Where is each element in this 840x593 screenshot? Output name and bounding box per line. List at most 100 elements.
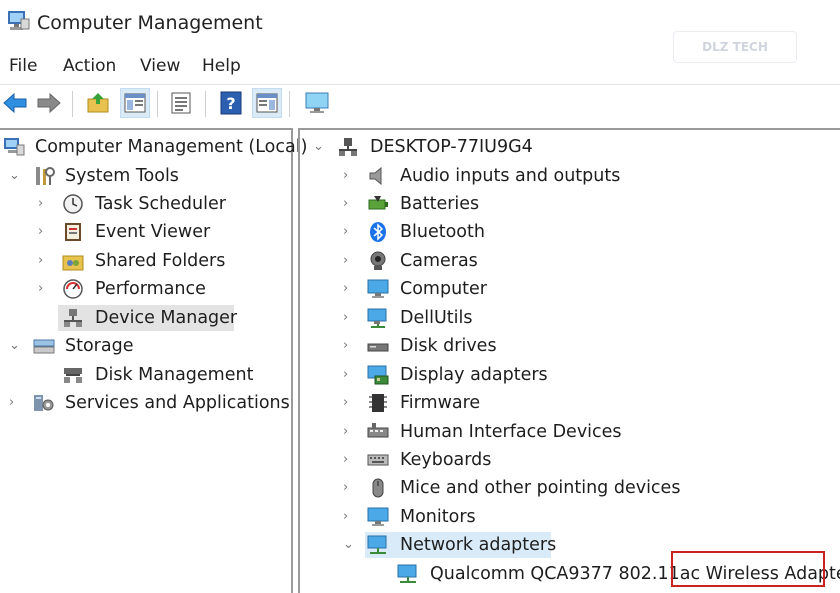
menu-file[interactable]: File: [9, 56, 37, 76]
tree-item-performance[interactable]: › Performance: [0, 276, 291, 302]
action-pane-button[interactable]: [252, 88, 282, 118]
monitor-icon: [367, 507, 389, 526]
category-display-adapters[interactable]: › Display adapters: [300, 362, 840, 388]
tree-item-task-scheduler[interactable]: › Task Scheduler: [0, 191, 291, 217]
chevron-right-icon[interactable]: ›: [343, 368, 353, 382]
tree-item-system-tools[interactable]: ⌄ System Tools: [0, 163, 291, 189]
category-computer[interactable]: › Computer: [300, 276, 840, 302]
chevron-right-icon[interactable]: ›: [38, 282, 48, 296]
toolbar: ?: [0, 84, 840, 123]
tree-label: Batteries: [400, 194, 480, 214]
bluetooth-icon: [370, 222, 386, 242]
network-monitor-icon: [367, 308, 387, 328]
tree-item-services-and-applications[interactable]: › Services and Applications: [0, 390, 291, 416]
chevron-right-icon[interactable]: ›: [38, 225, 48, 239]
tree-label: Services and Applications: [65, 393, 290, 413]
tree-item-storage[interactable]: ⌄ Storage: [0, 333, 291, 359]
storage-icon: [33, 339, 55, 354]
chevron-right-icon[interactable]: ›: [343, 339, 353, 353]
console-tree-icon: [124, 93, 146, 113]
properties-button[interactable]: [166, 88, 196, 118]
chevron-right-icon[interactable]: ›: [343, 481, 353, 495]
back-button[interactable]: [0, 88, 30, 118]
chevron-down-icon[interactable]: ⌄: [9, 339, 20, 353]
tree-label: DellUtils: [400, 308, 473, 328]
back-icon: [3, 92, 27, 114]
category-firmware[interactable]: › Firmware: [300, 390, 840, 416]
category-bluetooth[interactable]: › Bluetooth: [300, 219, 840, 245]
chevron-right-icon[interactable]: ›: [343, 453, 353, 467]
category-dellutils[interactable]: › DellUtils: [300, 305, 840, 331]
tree-label: Disk drives: [400, 336, 497, 356]
title-bar: Computer Management DLZ TECH: [0, 0, 840, 63]
tree-item-shared-folders[interactable]: › Shared Folders: [0, 248, 291, 274]
chevron-down-icon[interactable]: ⌄: [343, 538, 354, 552]
tree-label: Task Scheduler: [95, 194, 226, 214]
chevron-right-icon[interactable]: ›: [343, 254, 353, 268]
tree-root[interactable]: Computer Management (Local): [0, 134, 307, 160]
menu-help[interactable]: Help: [202, 56, 241, 76]
category-batteries[interactable]: › Batteries: [300, 191, 840, 217]
category-cameras[interactable]: › Cameras: [300, 248, 840, 274]
category-audio[interactable]: › Audio inputs and outputs: [300, 163, 840, 189]
chevron-down-icon[interactable]: ⌄: [313, 140, 324, 154]
network-adapter-icon: [367, 535, 387, 554]
disk-management-icon: [64, 368, 82, 383]
menu-view[interactable]: View: [140, 56, 180, 76]
tree-label: Shared Folders: [95, 251, 226, 271]
category-mice[interactable]: › Mice and other pointing devices: [300, 475, 840, 501]
category-keyboards[interactable]: › Keyboards: [300, 447, 840, 473]
tree-label: Firmware: [400, 393, 481, 413]
camera-icon: [370, 251, 386, 270]
device-manager-icon: [64, 309, 82, 327]
tree-label: Mice and other pointing devices: [400, 478, 681, 498]
chevron-right-icon[interactable]: ›: [343, 197, 353, 211]
chevron-right-icon[interactable]: ›: [343, 396, 353, 410]
window-title: Computer Management: [37, 12, 263, 34]
chevron-right-icon[interactable]: ›: [343, 510, 353, 524]
chevron-right-icon[interactable]: ›: [38, 254, 48, 268]
network-adapter-icon: [397, 564, 417, 583]
forward-button[interactable]: [34, 88, 64, 118]
device-tree-pane: ⌄ DESKTOP-77IU9G4 › Audio inputs and out…: [298, 128, 840, 593]
tree-item-disk-management[interactable]: Disk Management: [0, 362, 291, 388]
tree-label: Performance: [95, 279, 206, 299]
monitor-icon: [367, 279, 389, 298]
menu-action[interactable]: Action: [63, 56, 116, 76]
tree-item-device-manager[interactable]: Device Manager: [58, 305, 237, 331]
show-hide-tree-button[interactable]: [120, 88, 150, 118]
tree-label: Network adapters: [400, 535, 557, 555]
up-button[interactable]: [83, 88, 113, 118]
chevron-right-icon[interactable]: ›: [343, 282, 353, 296]
scan-hardware-button[interactable]: [302, 88, 332, 118]
device-tree-root[interactable]: ⌄ DESKTOP-77IU9G4: [300, 134, 840, 160]
toolbar-separator: [289, 91, 290, 117]
mouse-icon: [372, 478, 384, 498]
shared-folder-icon: [62, 255, 84, 271]
tree-item-event-viewer[interactable]: › Event Viewer: [0, 219, 291, 245]
highlight-annotation: [671, 551, 825, 587]
chevron-right-icon[interactable]: ›: [343, 311, 353, 325]
tree-label: Bluetooth: [400, 222, 485, 242]
chevron-right-icon[interactable]: ›: [343, 425, 353, 439]
chevron-down-icon[interactable]: ⌄: [9, 169, 20, 183]
tree-label: Computer: [400, 279, 487, 299]
disk-drive-icon: [367, 343, 389, 352]
action-pane-icon: [256, 93, 278, 113]
tree-label: System Tools: [65, 166, 179, 186]
svg-text:?: ?: [226, 94, 235, 113]
chevron-right-icon[interactable]: ›: [38, 197, 48, 211]
battery-icon: [368, 196, 388, 210]
tree-label: Keyboards: [400, 450, 492, 470]
category-monitors[interactable]: › Monitors: [300, 504, 840, 530]
chevron-right-icon[interactable]: ›: [9, 396, 19, 410]
category-disk-drives[interactable]: › Disk drives: [300, 333, 840, 359]
help-button[interactable]: ?: [216, 88, 246, 118]
computer-management-icon: [8, 11, 30, 30]
tree-label: Disk Management: [95, 365, 254, 385]
chevron-right-icon[interactable]: ›: [343, 169, 353, 183]
menu-bar: File Action View Help: [0, 52, 840, 82]
category-hid[interactable]: › Human Interface Devices: [300, 419, 840, 445]
toolbar-separator: [205, 91, 206, 117]
chevron-right-icon[interactable]: ›: [343, 225, 353, 239]
